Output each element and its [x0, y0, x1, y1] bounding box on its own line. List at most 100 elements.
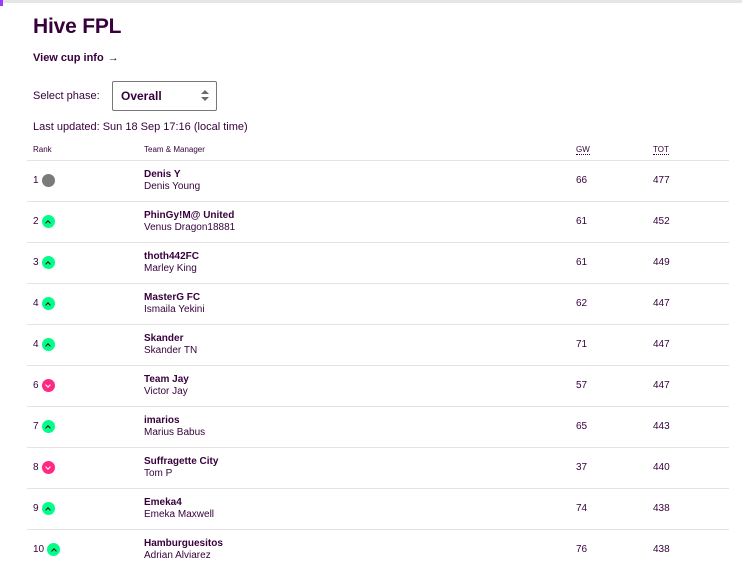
rank-number: 6 — [33, 380, 39, 391]
total-points: 438 — [653, 529, 729, 570]
manager-name: Venus Dragon18881 — [144, 221, 236, 233]
rank-cell: 10 — [27, 529, 144, 570]
rank-cell: 9 — [27, 488, 144, 530]
standings-body: 1 Denis Y Denis Young 66 477 2 PhinGy!M@ Unite… — [27, 160, 729, 570]
rank-number: 7 — [33, 421, 39, 432]
rank-cell: 4 — [27, 324, 144, 366]
team-name-link[interactable]: thoth442FC — [144, 251, 576, 263]
team-name-link[interactable]: imarios — [144, 415, 576, 427]
movement-up-arrow-icon — [41, 256, 55, 269]
rank-cell: 6 — [27, 365, 144, 407]
total-points: 449 — [653, 242, 729, 284]
view-cup-info-link[interactable]: View cup info → — [33, 52, 119, 64]
standings-table: Rank Team & Manager GW TOT 1 Denis Y Denis… — [27, 140, 729, 570]
table-row: 7 imarios Marius Babus 65 443 — [27, 406, 729, 448]
table-row: 1 Denis Y Denis Young 66 477 — [27, 160, 729, 202]
team-cell: Emeka4 Emeka Maxwell — [144, 488, 576, 530]
phase-select[interactable]: Overall — [112, 81, 217, 111]
manager-name: Ismaila Yekini — [144, 303, 205, 315]
team-cell: PhinGy!M@ United Venus Dragon18881 — [144, 201, 576, 243]
team-cell: MasterG FC Ismaila Yekini — [144, 283, 576, 325]
team-name-link[interactable]: Denis Y — [144, 169, 576, 181]
gw-points: 61 — [576, 242, 653, 284]
top-accent — [0, 0, 3, 6]
movement-up-arrow-icon — [41, 502, 55, 515]
movement-up-arrow-icon — [41, 297, 55, 310]
rank-cell: 1 — [27, 160, 144, 202]
rank-cell: 3 — [27, 242, 144, 284]
team-name-link[interactable]: Suffragette City — [144, 456, 576, 468]
team-name-link[interactable]: Team Jay — [144, 374, 576, 386]
team-name-link[interactable]: MasterG FC — [144, 292, 576, 304]
movement-up-arrow-icon — [41, 420, 55, 433]
team-name-link[interactable]: PhinGy!M@ United — [144, 210, 576, 222]
team-cell: Team Jay Victor Jay — [144, 365, 576, 407]
gw-points: 62 — [576, 283, 653, 325]
table-row: 8 Suffragette City Tom P 37 440 — [27, 447, 729, 489]
phase-select-value: Overall — [121, 89, 162, 103]
gw-points: 57 — [576, 365, 653, 407]
gw-points: 61 — [576, 201, 653, 243]
rank-number: 3 — [33, 257, 39, 268]
team-cell: Denis Y Denis Young — [144, 160, 576, 202]
movement-down-arrow-icon — [41, 379, 55, 392]
manager-name: Marius Babus — [144, 426, 206, 438]
header-gw: GW — [576, 140, 653, 161]
movement-no-change-icon — [41, 174, 55, 187]
rank-number: 2 — [33, 216, 39, 227]
gw-points: 37 — [576, 447, 653, 489]
total-points: 438 — [653, 488, 729, 530]
table-row: 6 Team Jay Victor Jay 57 447 — [27, 365, 729, 407]
team-name-link[interactable]: Hamburguesitos — [144, 538, 576, 550]
manager-name: Denis Young — [144, 180, 201, 192]
team-cell: Hamburguesitos Adrian Alviarez — [144, 529, 576, 570]
movement-up-arrow-icon — [41, 215, 55, 228]
table-row: 9 Emeka4 Emeka Maxwell 74 438 — [27, 488, 729, 530]
team-name-link[interactable]: Skander — [144, 333, 576, 345]
cup-link-label: View cup info — [33, 52, 104, 64]
arrow-right-icon: → — [107, 52, 119, 64]
gw-points: 76 — [576, 529, 653, 570]
last-updated: Last updated: Sun 18 Sep 17:16 (local ti… — [33, 121, 248, 133]
total-points: 447 — [653, 283, 729, 325]
team-cell: thoth442FC Marley King — [144, 242, 576, 284]
gw-points: 71 — [576, 324, 653, 366]
total-points: 440 — [653, 447, 729, 489]
rank-number: 4 — [33, 339, 39, 350]
gw-points: 66 — [576, 160, 653, 202]
total-points: 452 — [653, 201, 729, 243]
phase-label: Select phase: — [33, 90, 100, 102]
total-points: 447 — [653, 365, 729, 407]
manager-name: Victor Jay — [144, 385, 188, 397]
team-cell: Skander Skander TN — [144, 324, 576, 366]
team-cell: Suffragette City Tom P — [144, 447, 576, 489]
manager-name: Skander TN — [144, 344, 198, 356]
rank-cell: 7 — [27, 406, 144, 448]
rank-number: 1 — [33, 175, 39, 186]
table-row: 10 Hamburguesitos Adrian Alviarez 76 438 — [27, 529, 729, 570]
table-row: 4 MasterG FC Ismaila Yekini 62 447 — [27, 283, 729, 325]
gw-points: 65 — [576, 406, 653, 448]
total-points: 443 — [653, 406, 729, 448]
table-row: 3 thoth442FC Marley King 61 449 — [27, 242, 729, 284]
header-tot-label: TOT — [653, 145, 669, 156]
rank-number: 9 — [33, 503, 39, 514]
movement-up-arrow-icon — [47, 543, 61, 556]
top-border — [0, 0, 742, 3]
table-header-row: Rank Team & Manager GW TOT — [27, 140, 729, 161]
team-name-link[interactable]: Emeka4 — [144, 497, 576, 509]
table-row: 2 PhinGy!M@ United Venus Dragon18881 61 452 — [27, 201, 729, 243]
header-tot: TOT — [653, 140, 729, 161]
rank-cell: 8 — [27, 447, 144, 489]
rank-number: 8 — [33, 462, 39, 473]
header-team-manager: Team & Manager — [144, 140, 576, 161]
rank-number: 4 — [33, 298, 39, 309]
total-points: 477 — [653, 160, 729, 202]
manager-name: Adrian Alviarez — [144, 549, 211, 561]
movement-up-arrow-icon — [41, 338, 55, 351]
select-updown-icon — [201, 90, 209, 102]
rank-cell: 4 — [27, 283, 144, 325]
rank-cell: 2 — [27, 201, 144, 243]
manager-name: Marley King — [144, 262, 197, 274]
header-rank: Rank — [27, 140, 144, 161]
